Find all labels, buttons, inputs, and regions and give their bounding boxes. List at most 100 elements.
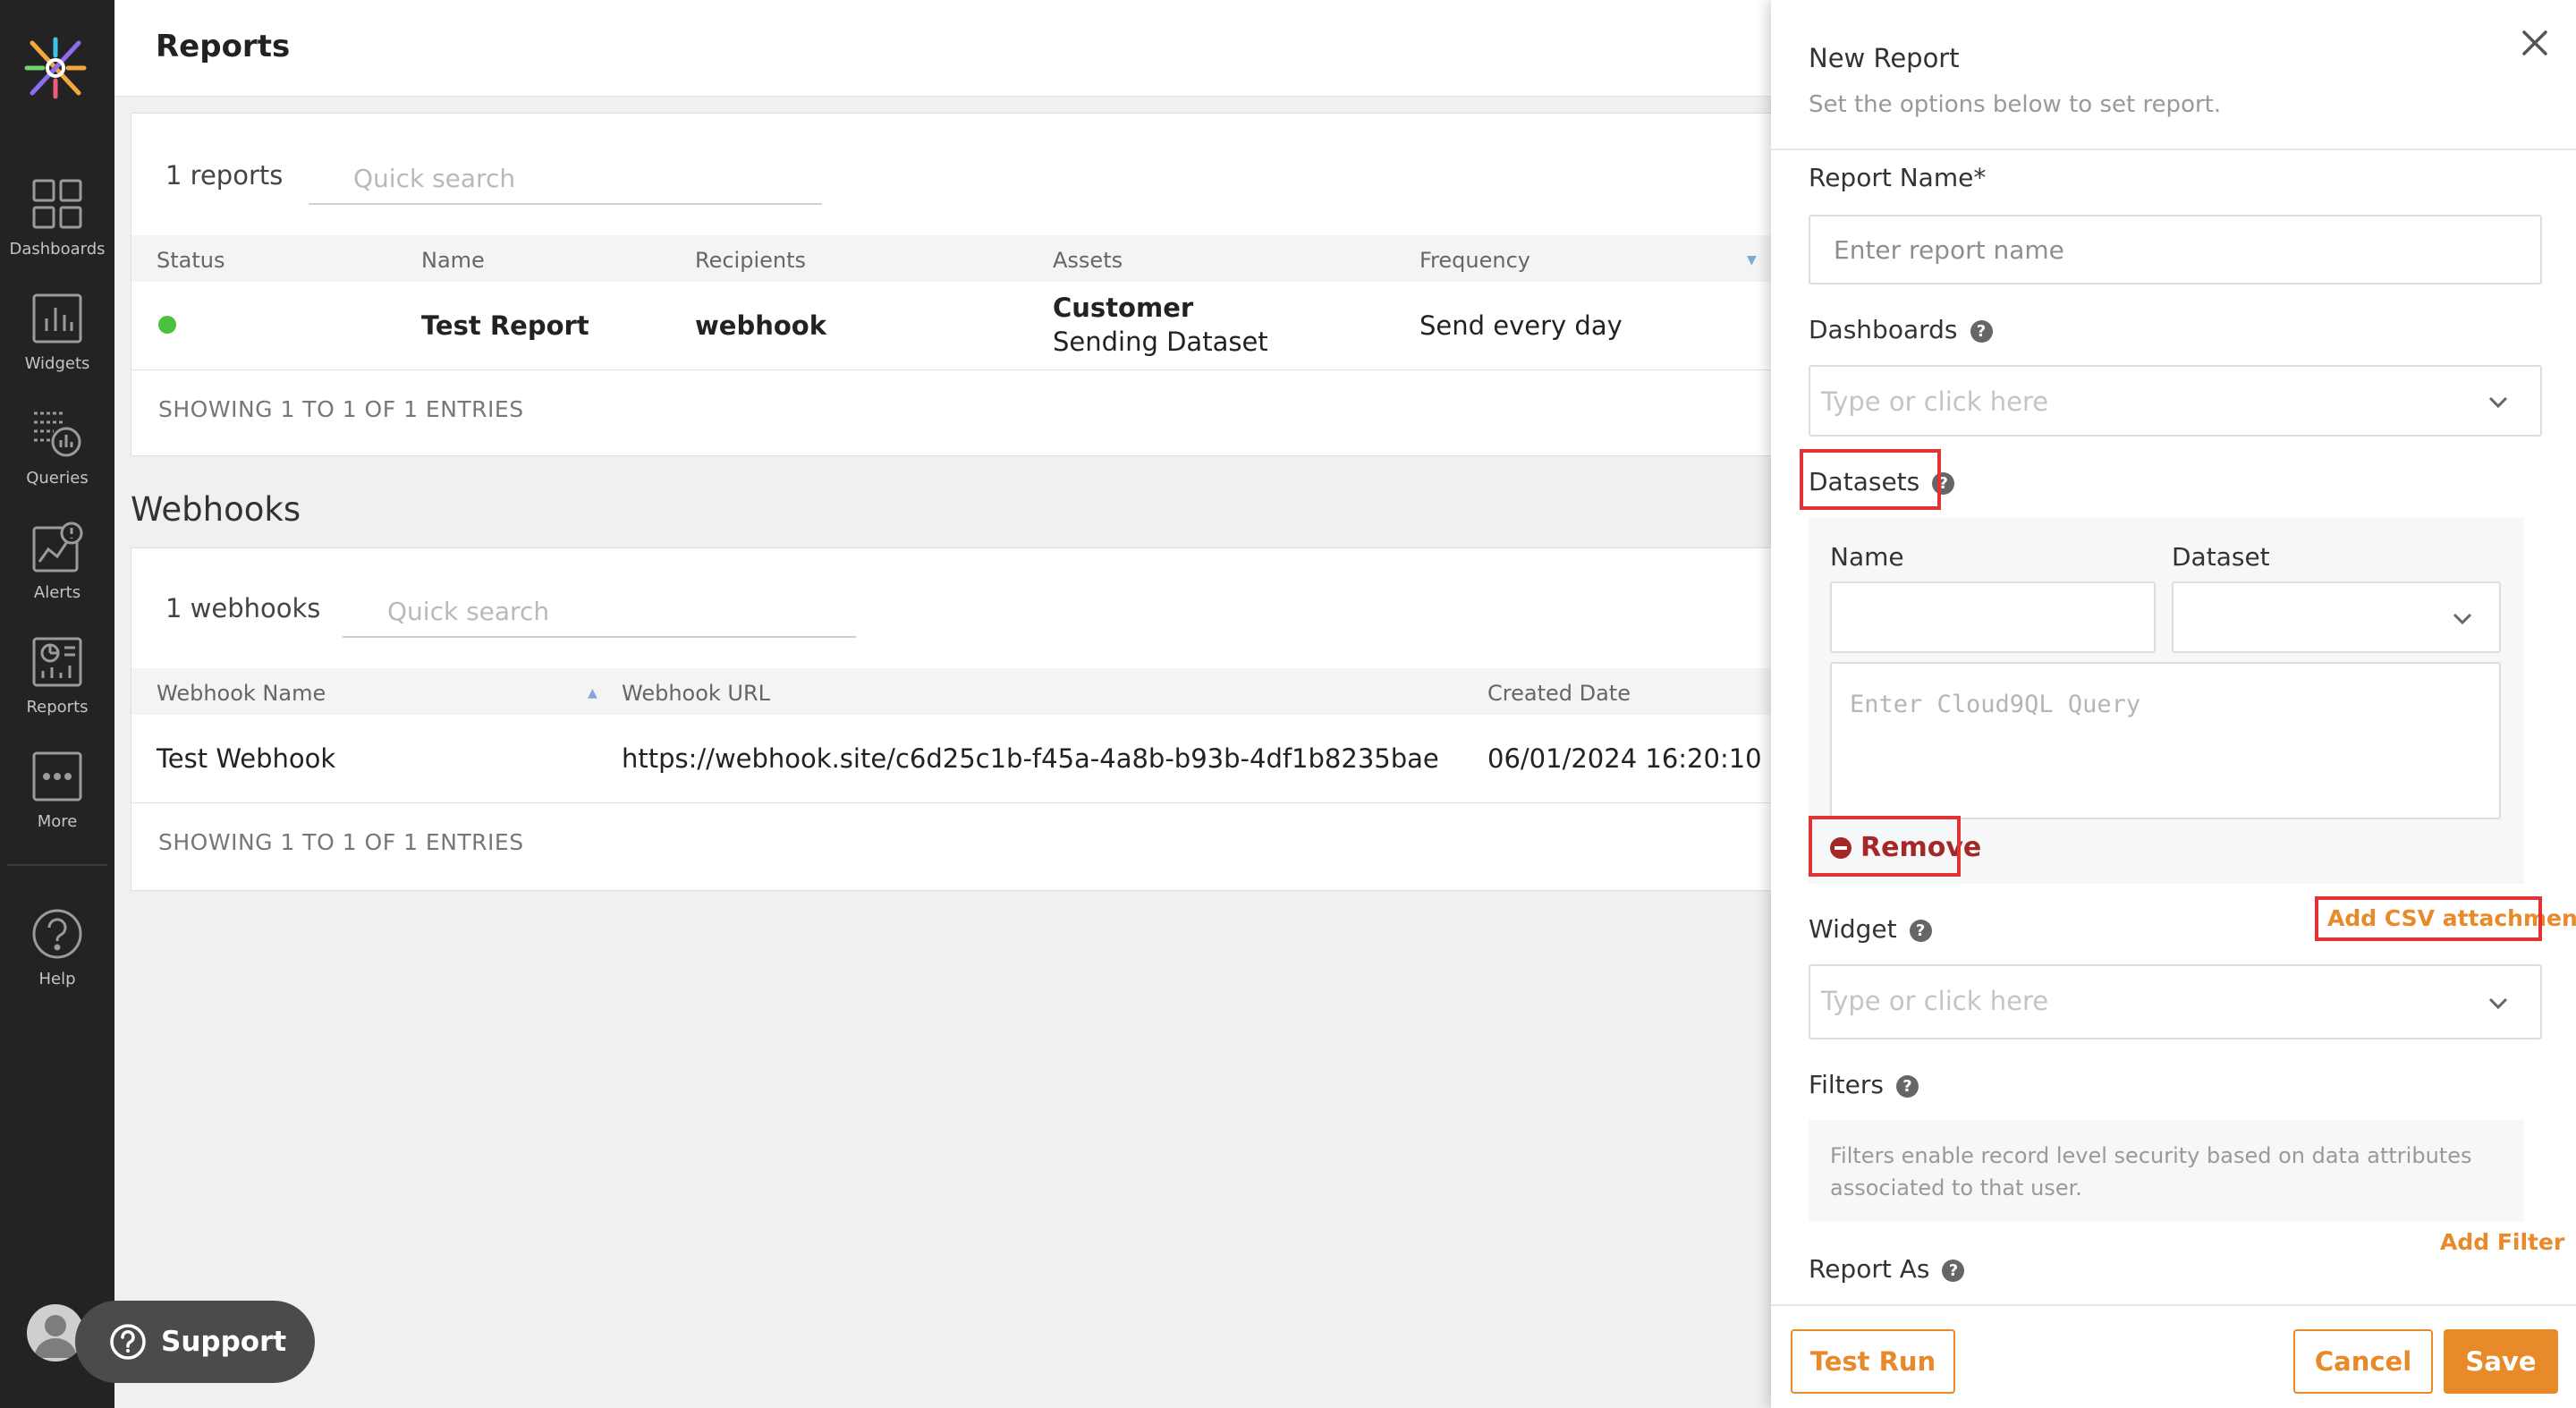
sidebar: Dashboards Widgets Queries Alerts Report… — [0, 0, 114, 1408]
question-icon — [110, 1324, 146, 1360]
filters-label: Filters? — [1809, 1070, 1919, 1099]
alerts-icon — [32, 522, 83, 573]
dashboards-icon — [32, 179, 82, 229]
close-icon[interactable] — [2517, 25, 2553, 61]
drawer-footer: Test Run Cancel Save — [1771, 1304, 2576, 1408]
sidebar-divider — [7, 864, 107, 866]
widgets-icon — [32, 293, 82, 344]
nav-dashboards[interactable]: Dashboards — [0, 177, 114, 284]
webhooks-showing-entries: SHOWING 1 TO 1 OF 1 ENTRIES — [158, 829, 524, 855]
dashboards-label: Dashboards? — [1809, 315, 1993, 344]
sort-ascending-icon[interactable]: ▲ — [588, 686, 597, 700]
nav-alerts[interactable]: Alerts — [0, 521, 114, 628]
nav-label: More — [37, 812, 78, 831]
nav-label: Queries — [26, 469, 89, 488]
report-name-input[interactable] — [1809, 215, 2542, 284]
row-divider — [131, 369, 1771, 370]
report-as-help-icon[interactable]: ? — [1942, 1260, 1965, 1282]
report-name-label: Report Name* — [1809, 163, 1987, 192]
webhooks-card: 1 webhooks Webhook Name ▲ Webhook URL Cr… — [131, 547, 1821, 891]
add-csv-highlight-box — [2315, 896, 2542, 941]
chevron-down-icon — [2488, 396, 2508, 409]
column-header-recipients[interactable]: Recipients — [695, 248, 806, 273]
column-header-name[interactable]: Name — [421, 248, 485, 273]
dashboards-select-placeholder: Type or click here — [1821, 386, 2049, 417]
webhooks-section-title: Webhooks — [131, 490, 301, 529]
column-header-status[interactable]: Status — [157, 248, 225, 273]
nav-label: Widgets — [24, 354, 90, 373]
dashboards-select[interactable]: Type or click here — [1809, 365, 2542, 437]
remove-highlight-box — [1809, 816, 1961, 877]
save-button[interactable]: Save — [2444, 1329, 2558, 1394]
nav-help[interactable]: Help — [0, 907, 114, 1014]
datasets-highlight-box — [1800, 449, 1941, 510]
dataset-name-label: Name — [1830, 542, 1904, 572]
reports-icon — [32, 637, 82, 687]
support-button[interactable]: Support — [75, 1301, 315, 1383]
help-icon — [32, 909, 82, 959]
cancel-button[interactable]: Cancel — [2293, 1329, 2433, 1394]
nav-label: Dashboards — [9, 240, 106, 259]
test-run-button[interactable]: Test Run — [1791, 1329, 1955, 1394]
widget-label: Widget? — [1809, 914, 1932, 944]
reports-count: 1 reports — [165, 160, 284, 191]
nav-label: Alerts — [33, 583, 81, 602]
report-recipients-cell: webhook — [695, 310, 826, 341]
drawer-title: New Report — [1809, 43, 1960, 73]
top-bar: Reports — [114, 0, 1771, 97]
report-as-label: Report As? — [1809, 1254, 1965, 1284]
webhooks-table-header: Webhook Name ▲ Webhook URL Created Date — [131, 668, 1771, 715]
add-filter-link[interactable]: Add Filter — [2440, 1229, 2564, 1255]
chevron-down-icon — [2453, 613, 2472, 625]
widget-help-icon[interactable]: ? — [1909, 920, 1932, 942]
column-header-created-date[interactable]: Created Date — [1487, 681, 1631, 706]
dataset-label: Dataset — [2172, 542, 2270, 572]
row-divider — [131, 802, 1771, 803]
reports-table-header: Status Name Recipients Assets Frequency … — [131, 235, 1771, 282]
nav-label: Help — [38, 970, 76, 988]
nav-queries[interactable]: Queries — [0, 406, 114, 513]
report-asset-name-cell: Sending Dataset — [1053, 327, 1268, 357]
dataset-name-input[interactable] — [1830, 581, 2156, 653]
column-header-webhook-url[interactable]: Webhook URL — [622, 681, 770, 706]
nav-label: Reports — [26, 698, 89, 717]
cloud9ql-query-input[interactable] — [1830, 662, 2501, 819]
webhooks-search-input[interactable] — [343, 586, 856, 638]
filters-label-text: Filters — [1809, 1070, 1884, 1099]
column-header-assets[interactable]: Assets — [1053, 248, 1123, 273]
column-header-webhook-name[interactable]: Webhook Name — [157, 681, 326, 706]
reports-card: 1 reports Status Name Recipients Assets … — [131, 113, 1771, 456]
widget-select[interactable]: Type or click here — [1809, 964, 2542, 1039]
dashboards-help-icon[interactable]: ? — [1970, 320, 1993, 343]
filters-info-box: Filters enable record level security bas… — [1809, 1120, 2524, 1222]
dashboards-label-text: Dashboards — [1809, 315, 1958, 344]
nav-widgets[interactable]: Widgets — [0, 292, 114, 399]
webhooks-count: 1 webhooks — [165, 593, 321, 623]
column-header-frequency[interactable]: Frequency — [1419, 248, 1530, 273]
report-as-label-text: Report As — [1809, 1254, 1930, 1284]
webhook-url-cell: https://webhook.site/c6d25c1b-f45a-4a8b-… — [622, 743, 1439, 774]
drawer-divider — [1771, 148, 2576, 150]
widget-select-placeholder: Type or click here — [1821, 986, 2049, 1016]
nav-reports[interactable]: Reports — [0, 635, 114, 742]
chevron-down-icon — [2488, 997, 2508, 1010]
filters-help-icon[interactable]: ? — [1895, 1075, 1919, 1098]
reports-search-input[interactable] — [309, 153, 822, 205]
report-asset-type-cell: Customer — [1053, 293, 1194, 323]
webhook-name-cell[interactable]: Test Webhook — [157, 743, 335, 774]
report-frequency-cell: Send every day — [1419, 310, 1623, 341]
queries-icon — [34, 411, 81, 457]
report-name-cell[interactable]: Test Report — [421, 310, 589, 341]
new-report-drawer: New Report Set the options below to set … — [1771, 0, 2576, 1408]
more-icon — [32, 751, 82, 802]
widget-label-text: Widget — [1809, 914, 1897, 944]
dataset-select[interactable] — [2172, 581, 2501, 653]
drawer-subtitle: Set the options below to set report. — [1809, 91, 2222, 118]
status-active-indicator — [158, 316, 176, 334]
sort-descending-icon[interactable]: ▼ — [1747, 253, 1757, 267]
page-title: Reports — [156, 29, 291, 64]
nav-more[interactable]: More — [0, 750, 114, 857]
app-logo-icon[interactable] — [23, 36, 88, 100]
reports-showing-entries: SHOWING 1 TO 1 OF 1 ENTRIES — [158, 396, 524, 422]
support-label: Support — [161, 1326, 287, 1358]
